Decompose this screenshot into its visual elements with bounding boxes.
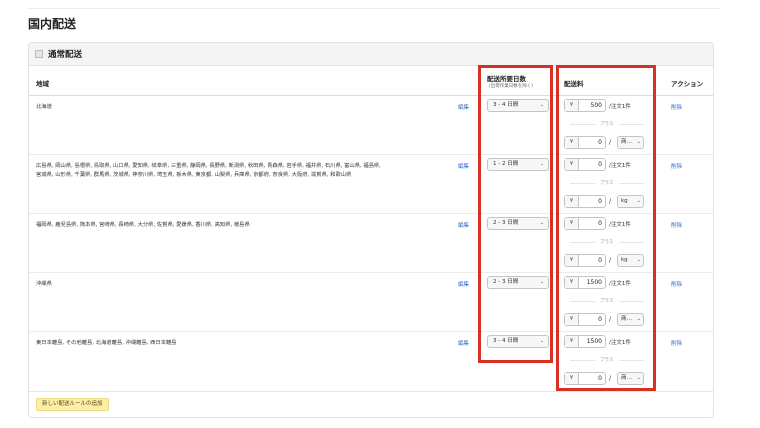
add-shipping-rule-button[interactable]: 新しい配送ルールの追加 [36, 398, 109, 411]
edit-link[interactable]: 編集 [458, 339, 469, 347]
edit-link[interactable]: 編集 [458, 103, 469, 111]
column-header-action: アクション [671, 80, 704, 88]
highlight-box-days [478, 65, 553, 363]
region-list: 福岡県, 鹿児島県, 熊本県, 宮崎県, 長崎県, 大分県, 佐賀県, 愛媛県,… [36, 222, 250, 228]
edit-link[interactable]: 編集 [458, 162, 469, 170]
column-header-region: 地域 [36, 80, 49, 88]
delete-link[interactable]: 削除 [671, 221, 682, 229]
edit-link[interactable]: 編集 [458, 280, 469, 288]
top-divider [28, 8, 720, 9]
region-list: 広島県, 岡山県, 島根県, 鳥取県, 山口県, 愛知県, 岐阜県, 三重県, … [36, 163, 381, 178]
region-list: 沖縄県 [36, 281, 52, 287]
page-title: 国内配送 [28, 17, 77, 31]
delete-link[interactable]: 削除 [671, 103, 682, 111]
region-list: 北海道 [36, 104, 52, 110]
panel-header: 通常配送 [29, 43, 713, 66]
region-list: 東日本離島, その他離島, 北海道離島, 沖縄離島, 西日本離島 [36, 340, 177, 346]
highlight-box-fee [556, 65, 656, 391]
box-icon [35, 50, 43, 58]
delete-link[interactable]: 削除 [671, 280, 682, 288]
edit-link[interactable]: 編集 [458, 221, 469, 229]
panel-title: 通常配送 [48, 50, 83, 60]
delete-link[interactable]: 削除 [671, 162, 682, 170]
delete-link[interactable]: 削除 [671, 339, 682, 347]
footer-divider [29, 391, 713, 392]
